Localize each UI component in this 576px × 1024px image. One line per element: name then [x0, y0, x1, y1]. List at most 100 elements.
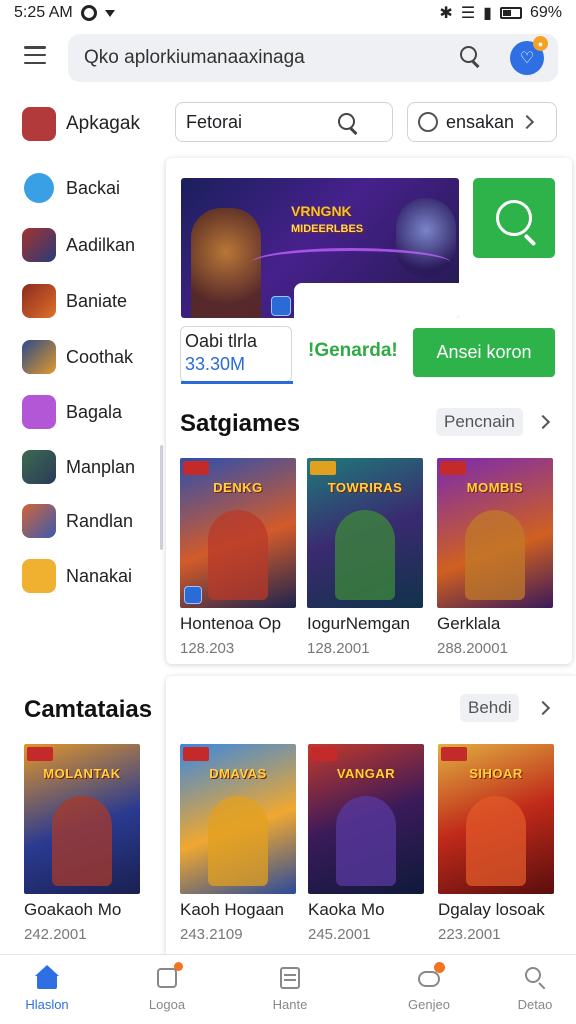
app-icon [22, 228, 56, 262]
game-card[interactable]: SIHOAR Dgalay losoak 223.2001 [438, 744, 554, 943]
signal-icon: ▮ [483, 5, 492, 22]
chevron-right-icon[interactable] [535, 700, 551, 716]
game-logo-text: DMAVAS [209, 766, 267, 781]
menu-icon[interactable] [24, 46, 46, 64]
filter-search-field[interactable]: Fetorai [175, 102, 393, 142]
section-filter-pill[interactable]: Pencnain [436, 408, 523, 436]
sidebar-item-label: Bagala [66, 401, 123, 422]
top-bar: Qko aplorkiumanaaxinaga ♡ ● [0, 30, 576, 86]
sidebar-item-6[interactable]: Manplan [22, 447, 135, 487]
nav-label: Hlaslon [25, 997, 69, 1012]
game-character [52, 796, 112, 886]
search-text: Qko aplorkiumanaaxinaga [84, 47, 305, 68]
sidebar-item-0[interactable]: Apkagak [22, 104, 140, 144]
search-icon[interactable] [460, 46, 480, 66]
game-count: 223.2001 [438, 926, 501, 943]
section-filter-pill[interactable]: Behdi [460, 694, 520, 722]
game-logo-text: MOLANTAK [43, 766, 121, 781]
nav-games[interactable]: Genjeo [384, 962, 474, 1012]
nav-label: Detao [517, 997, 553, 1012]
section-title: Camtataias [24, 696, 153, 723]
game-card[interactable]: DMAVAS Kaoh Hogaan 243.2109 [180, 744, 296, 943]
game-logo-text: MOMBIS [466, 480, 524, 495]
search-icon [522, 965, 548, 991]
sidebar-item-label: Manplan [66, 456, 136, 477]
sidebar-item-7[interactable]: Randlan [22, 501, 133, 541]
game-logo-text: TOWRIRAS [327, 480, 403, 495]
game-character [208, 796, 268, 886]
games-icon [416, 962, 445, 991]
bluetooth-icon: ✱ [439, 5, 453, 22]
search-app-button[interactable] [473, 178, 555, 258]
game-character [465, 510, 525, 600]
sidebar-item-label: Coothak [66, 346, 134, 367]
sidebar-item-8[interactable]: Nanakai [22, 556, 132, 596]
search-input[interactable]: Qko aplorkiumanaaxinaga ♡ ● [68, 34, 558, 82]
stat-label: Oabi tlrla [185, 331, 258, 351]
game-count: 243.2109 [180, 926, 243, 943]
sidebar-item-3[interactable]: Baniate [22, 281, 127, 321]
promo-text: !Genarda! [308, 340, 398, 361]
list-icon [277, 965, 303, 991]
game-tag [27, 747, 53, 761]
sidebar-item-label: Aadilkan [66, 234, 136, 255]
install-button[interactable]: Ansei koron [413, 328, 555, 377]
game-card[interactable]: MOMBIS Gerklala 288.20001 [437, 458, 553, 657]
download-stat: Oabi tlrla 33.30M [180, 326, 293, 384]
app-notification-icon [80, 5, 97, 21]
game-tag [183, 747, 209, 761]
banner-subtitle: MIDEERLBES [291, 223, 364, 235]
nav-label: Hante [272, 997, 308, 1012]
banner-title: VRNGNK [291, 203, 352, 219]
nav-label: Genjeo [408, 997, 450, 1012]
sidebar-scrollbar[interactable] [160, 445, 163, 550]
profile-button[interactable]: ♡ ● [510, 36, 548, 75]
sidebar-item-4[interactable]: Coothak [22, 337, 133, 377]
nav-list[interactable]: Hante [245, 965, 335, 1012]
filter-dropdown[interactable]: ensakan [407, 102, 557, 142]
search-icon [418, 112, 438, 132]
game-card[interactable]: VANGAR Kaoka Mo 245.2001 [308, 744, 424, 943]
sidebar-item-2[interactable]: Aadilkan [22, 225, 135, 265]
game-card[interactable]: DENKG Hontenoa Op 128.203 [180, 458, 296, 657]
sidebar-item-label: Baniate [66, 290, 128, 311]
stat-underline [181, 381, 293, 384]
app-icon [22, 559, 56, 593]
stat-value: 33.30M [185, 354, 246, 374]
app-icon [22, 284, 56, 318]
featured-card: VRNGNK MIDEERLBES Oabi tlrla 33.30M !Gen… [166, 158, 572, 664]
status-bar: 5:25 AM ✱ ☰ ▮ 69% [0, 0, 576, 26]
app-icon [22, 340, 56, 374]
game-logo-text: SIHOAR [469, 766, 523, 781]
game-art: TOWRIRAS [307, 458, 423, 608]
game-count: 128.2001 [307, 640, 370, 657]
nav-apps[interactable]: Logoa [122, 962, 212, 1012]
sidebar-item-label: Nanakai [66, 565, 133, 586]
app-badge-icon [184, 586, 202, 604]
sidebar-item-5[interactable]: Bagala [22, 392, 122, 432]
game-tag [183, 461, 209, 475]
nav-home[interactable]: Hlaslon [2, 965, 92, 1012]
app-icon [22, 107, 56, 141]
banner-notch [294, 283, 459, 318]
game-art: VANGAR [308, 744, 424, 894]
magnifier-icon [496, 200, 532, 236]
nav-label: Logoa [148, 997, 186, 1012]
game-tag [310, 461, 336, 475]
game-count: 288.20001 [437, 640, 508, 657]
game-card[interactable]: TOWRIRAS IogurNemgan 128.2001 [307, 458, 423, 657]
heart-icon: ♡ [519, 50, 535, 67]
game-name: Dgalay losoak [438, 900, 545, 919]
nav-search[interactable]: Detao [490, 965, 576, 1012]
app-icon [24, 173, 54, 203]
game-card[interactable]: MOLANTAK Goakaoh Mo 242.2001 [24, 744, 140, 943]
sidebar-item-1[interactable]: Backai [22, 168, 120, 208]
dropdown-notification-icon [104, 9, 115, 17]
game-name: IogurNemgan [307, 614, 411, 633]
featured-banner[interactable]: VRNGNK MIDEERLBES [181, 178, 459, 318]
bottom-navigation: Hlaslon Logoa Hante Genjeo Detao [0, 954, 576, 1024]
battery-percent: 69% [529, 4, 562, 21]
game-art: MOLANTAK [24, 744, 140, 894]
game-character [336, 796, 396, 886]
chevron-right-icon[interactable] [535, 414, 551, 430]
